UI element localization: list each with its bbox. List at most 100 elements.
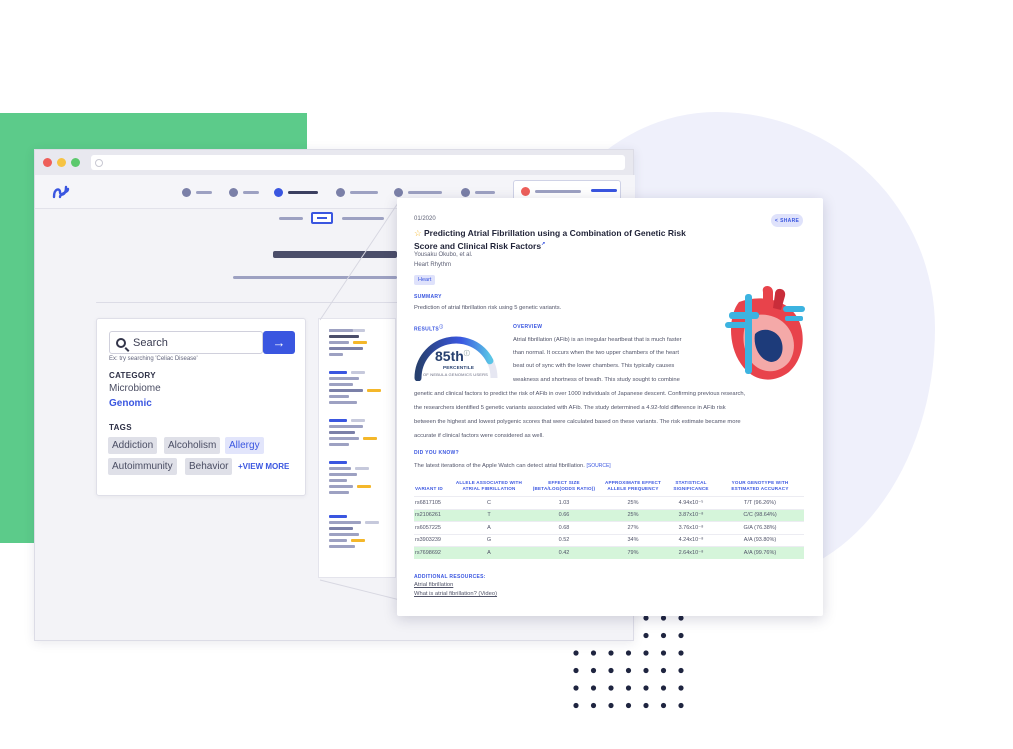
decor-dot <box>573 685 579 691</box>
overview-line-7: between the highest and lowest polygenic… <box>414 419 741 425</box>
cell-genotype: A/A (93.80%) <box>716 533 804 547</box>
percentile-value: 85thⓘ <box>435 348 470 364</box>
category-genomic[interactable]: Genomic <box>109 398 152 409</box>
overview-line-6: the researchers identified 5 genetic var… <box>414 405 726 411</box>
resource-link-2[interactable]: What is atrial fibrillation? (Video) <box>414 591 497 597</box>
decor-dot <box>660 650 667 656</box>
topic-tag[interactable]: Heart <box>414 275 436 285</box>
address-bar[interactable] <box>91 155 625 170</box>
decor-dot <box>660 632 667 639</box>
decor-dot <box>608 685 614 691</box>
decor-dot <box>590 667 597 674</box>
share-button[interactable]: < SHARE <box>771 214 803 227</box>
col-allele-frequency: APPROXIMATE EFFECT ALLELE FREQUENCY <box>604 480 662 491</box>
overview-line-8: accurate if clinical factors were consid… <box>414 433 544 439</box>
cell-significance: 4.24x10⁻⁸ <box>666 533 716 547</box>
list-placeholder-bar <box>329 401 357 404</box>
cell-variant-id[interactable]: rs6057225 <box>414 521 450 534</box>
toggle-button[interactable] <box>311 212 333 224</box>
report-date: 01/2020 <box>414 216 436 222</box>
info-icon[interactable]: ⓘ <box>464 351 470 357</box>
stage: → Ex: try searching 'Celiac Disease' CAT… <box>0 0 1013 749</box>
placeholder-bar <box>279 217 303 220</box>
cell-variant-id[interactable]: rs3903239 <box>414 533 450 547</box>
list-placeholder-bar <box>329 395 349 398</box>
list-placeholder-bar <box>353 341 367 344</box>
nav-dot-icon <box>274 188 283 197</box>
decor-dot <box>625 667 632 674</box>
list-placeholder-bar <box>329 545 355 548</box>
logo-icon[interactable] <box>52 184 70 200</box>
maximize-dot-icon[interactable] <box>71 158 80 167</box>
cell-genotype: C/C (98.64%) <box>716 508 804 522</box>
col-significance: STATISTICAL SIGNIFICANCE <box>673 480 709 491</box>
placeholder-bar <box>342 217 384 220</box>
decor-dot <box>678 615 684 621</box>
nav-item-6[interactable] <box>461 188 495 197</box>
resource-link-1[interactable]: Atrial fibrillation <box>414 582 453 588</box>
tag-alcoholism[interactable]: Alcoholism <box>164 437 221 454</box>
nav-item-1[interactable] <box>182 188 212 197</box>
placeholder-bar <box>233 276 397 279</box>
cell-allele: G <box>450 533 528 547</box>
search-filter-panel: → Ex: try searching 'Celiac Disease' CAT… <box>96 318 306 496</box>
list-placeholder-bar <box>355 467 369 470</box>
external-link-icon[interactable]: ↗ <box>541 241 545 247</box>
search-field[interactable] <box>109 331 263 354</box>
list-placeholder-bar <box>329 371 347 374</box>
decor-dot <box>643 615 649 621</box>
view-more-link[interactable]: +VIEW MORE <box>238 462 289 471</box>
category-microbiome[interactable]: Microbiome <box>109 383 161 394</box>
overview-line-4: weakness and shortness of breath. This s… <box>513 377 680 383</box>
nav-item-5[interactable] <box>394 188 442 197</box>
cell-variant-id[interactable]: rs2106261 <box>414 508 450 522</box>
list-placeholder-bar <box>329 485 353 488</box>
tag-addiction[interactable]: Addiction <box>108 437 158 454</box>
info-icon[interactable]: ⓘ <box>439 324 443 329</box>
decor-dot <box>573 667 579 674</box>
heart-illustration <box>725 286 805 380</box>
decor-dot <box>660 702 667 709</box>
list-placeholder-bar <box>329 479 347 482</box>
cell-significance: 3.76x10⁻⁸ <box>666 521 716 534</box>
nav-item-4[interactable] <box>336 188 378 197</box>
list-placeholder-bar <box>329 353 343 356</box>
decor-dot <box>590 702 597 709</box>
decor-dot <box>608 702 614 709</box>
report-card: 01/2020 < SHARE ☆ Predicting Atrial Fibri… <box>397 198 823 616</box>
source-link[interactable]: [SOURCE] <box>587 463 611 469</box>
search-submit-button[interactable]: → <box>263 331 295 354</box>
minimize-dot-icon[interactable] <box>57 158 66 167</box>
cell-variant-id[interactable]: rs6817105 <box>414 496 450 509</box>
tags-heading: TAGS <box>109 423 132 432</box>
decor-dot <box>625 685 632 691</box>
cell-genotype: G/A (76.38%) <box>716 521 804 534</box>
nav-placeholder-bar <box>475 191 495 194</box>
decor-dot <box>590 650 597 656</box>
list-placeholder-bar <box>365 521 379 524</box>
list-placeholder-bar <box>329 467 351 470</box>
nav-item-active[interactable] <box>274 188 318 197</box>
search-input[interactable] <box>133 336 251 349</box>
cell-allele-frequency: 25% <box>600 508 666 522</box>
avatar-dot-icon <box>521 187 530 196</box>
table-row: rs7698692 A 0.42 79% 2.64x10⁻⁸ A/A (99.76%) <box>414 546 804 559</box>
list-placeholder-bar <box>329 335 359 338</box>
tag-allergy[interactable]: Allergy <box>225 437 264 454</box>
list-placeholder-bar <box>329 425 363 428</box>
variants-table: VARIANT ID ALLELE ASSOCIATED WITH ATRIAL… <box>414 480 804 559</box>
tag-autoimmunity[interactable]: Autoimmunity <box>108 458 177 475</box>
report-title: ☆ Predicting Atrial Fibrillation using a… <box>414 228 704 251</box>
col-effect-size: EFFECT SIZE (BETA/LOG(ODDS RATIO)) <box>532 480 596 491</box>
cell-variant-id[interactable]: rs7698692 <box>414 546 450 559</box>
nav-placeholder-bar <box>196 191 212 194</box>
list-placeholder-bar <box>367 389 381 392</box>
decor-dot <box>590 685 597 691</box>
tag-behavior[interactable]: Behavior <box>185 458 233 475</box>
nav-item-2[interactable] <box>229 188 259 197</box>
category-heading: CATEGORY <box>109 371 156 380</box>
star-icon[interactable]: ☆ <box>414 228 422 238</box>
nav-dot-icon <box>336 188 345 197</box>
close-dot-icon[interactable] <box>43 158 52 167</box>
list-placeholder-bar <box>351 371 365 374</box>
